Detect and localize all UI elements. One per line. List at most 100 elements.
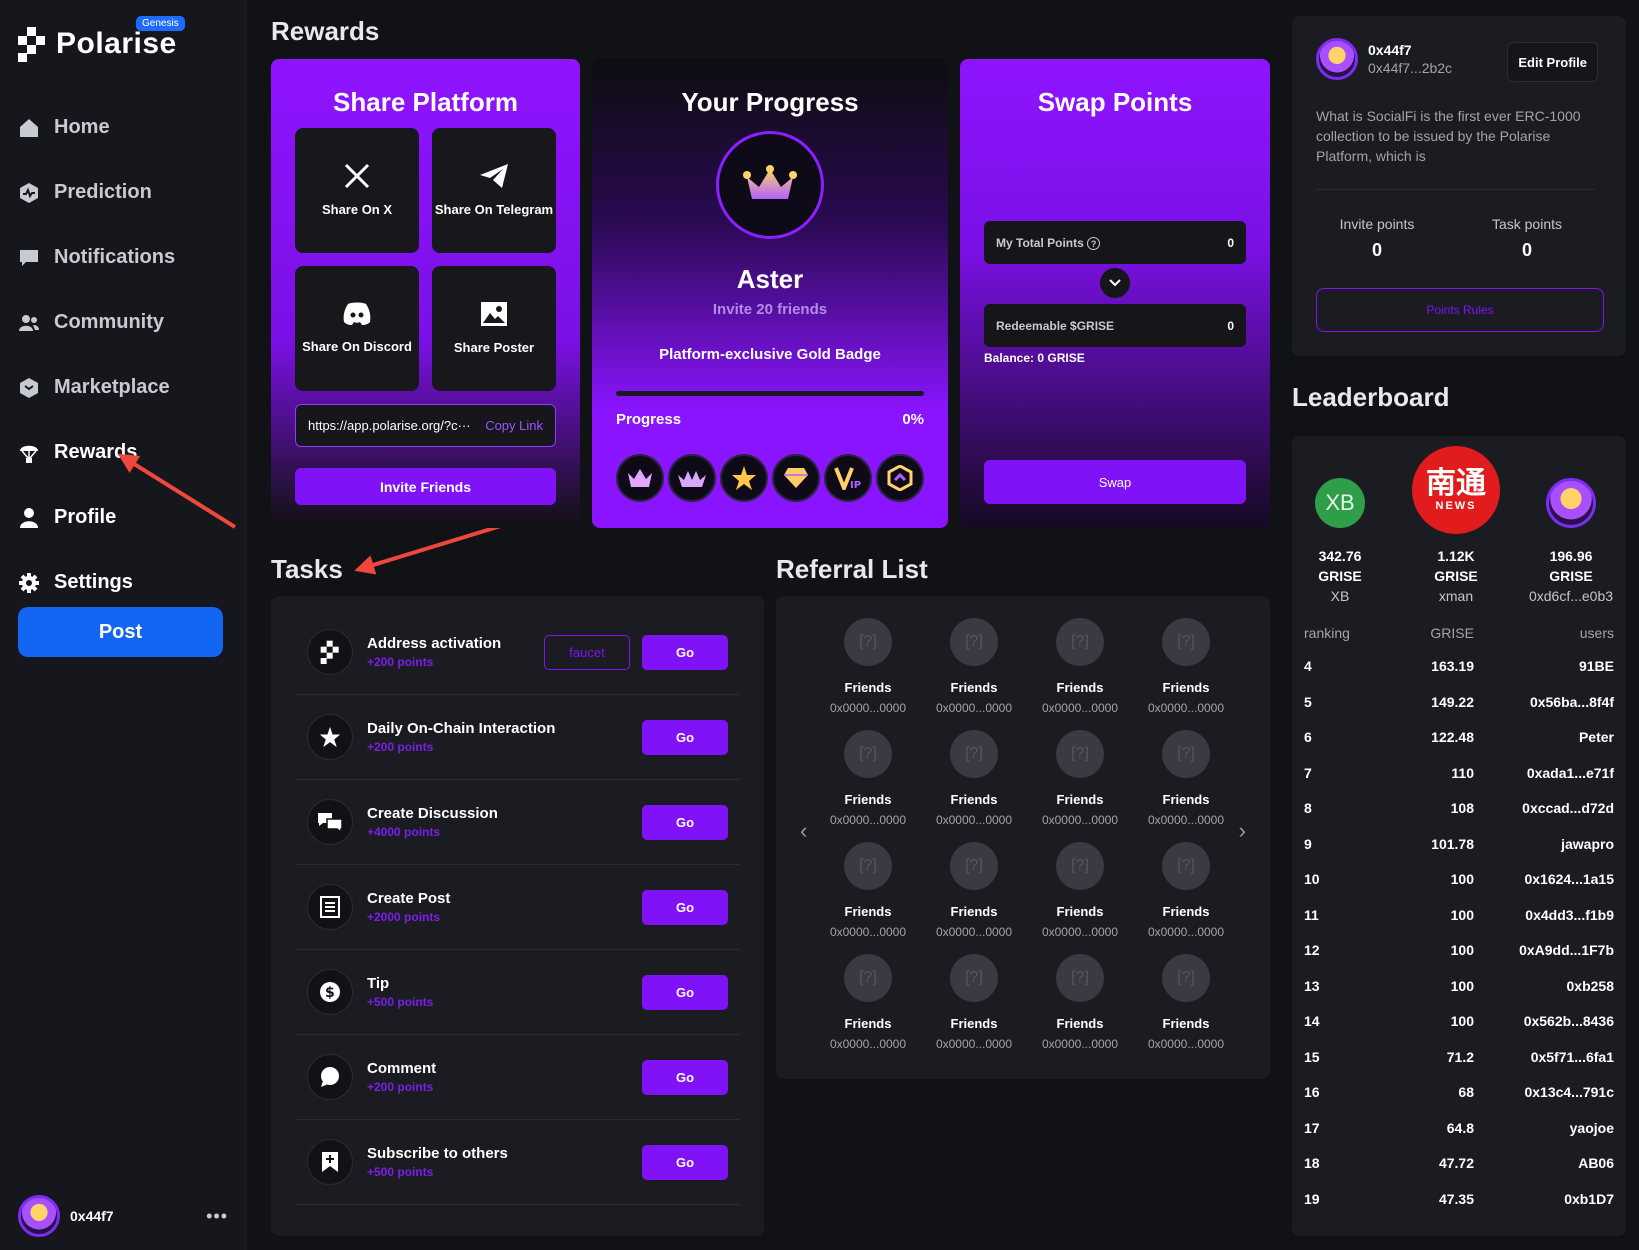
- task-title: Subscribe to others: [367, 1145, 508, 1162]
- hexagon-badge-icon[interactable]: [876, 454, 924, 502]
- row-user: 91BE: [1578, 658, 1614, 674]
- chevron-left-icon[interactable]: ‹: [800, 818, 807, 844]
- nav-marketplace[interactable]: Marketplace: [18, 355, 228, 420]
- leaderboard-row[interactable]: 8 108 0xccad...d72d: [1304, 800, 1614, 816]
- share-on-telegram-button[interactable]: Share On Telegram: [432, 128, 556, 253]
- referral-label: Friends: [844, 1016, 892, 1031]
- nav-profile[interactable]: Profile: [18, 485, 228, 550]
- referral-item: [?] Friends 0x0000...0000: [926, 842, 1022, 948]
- tasks-panel: Address activation +200 points faucet Go …: [271, 596, 764, 1236]
- go-button[interactable]: Go: [642, 804, 728, 840]
- edit-profile-button[interactable]: Edit Profile: [1507, 42, 1598, 82]
- brand-logo[interactable]: Polarise: [18, 26, 177, 62]
- level-name: Aster: [736, 264, 804, 294]
- row-user: 0x13c4...791c: [1524, 1084, 1614, 1100]
- swap-button[interactable]: Swap: [984, 460, 1246, 504]
- go-button[interactable]: Go: [642, 634, 728, 670]
- share-on-x-button[interactable]: Share On X: [295, 128, 419, 253]
- referral-label: Friends: [1056, 1016, 1104, 1031]
- leaderboard-row[interactable]: 7 110 0xada1...e71f: [1304, 765, 1614, 781]
- row-rank: 19: [1304, 1190, 1320, 1207]
- placeholder-avatar-icon: [?]: [1162, 730, 1210, 778]
- task-item: Subscribe to others +500 points Go: [295, 1120, 740, 1205]
- row-grise: 100: [1450, 942, 1474, 958]
- leaderboard-row[interactable]: 15 71.2 0x5f71...6fa1: [1304, 1049, 1614, 1065]
- leaderboard-row[interactable]: 10 100 0x1624...1a15: [1304, 871, 1614, 887]
- nav-settings[interactable]: Settings: [18, 550, 228, 615]
- referral-address: 0x0000...0000: [1041, 1037, 1119, 1051]
- go-button[interactable]: Go: [642, 1059, 728, 1095]
- leaderboard-top-item[interactable]: 196.96 GRISE 0xd6cf...e0b3: [1516, 478, 1626, 606]
- go-button[interactable]: Go: [642, 719, 728, 755]
- task-points-value: 0: [1521, 240, 1532, 260]
- task-title: Comment: [367, 1060, 437, 1077]
- crown-badge-icon[interactable]: [616, 454, 664, 502]
- share-on-discord-button[interactable]: Share On Discord: [295, 266, 419, 391]
- leaderboard-row[interactable]: 12 100 0xA9dd...1F7b: [1304, 942, 1614, 958]
- leaderboard-row[interactable]: 9 101.78 jawapro: [1304, 836, 1614, 852]
- vip-badge-icon[interactable]: IP: [824, 454, 872, 502]
- avatar[interactable]: [1316, 38, 1358, 80]
- nav-notifications[interactable]: Notifications: [18, 225, 228, 290]
- tasks-title: Tasks: [271, 554, 343, 584]
- chevron-down-icon[interactable]: [1100, 268, 1130, 298]
- referral-label: Friends: [1056, 904, 1104, 919]
- row-rank: 13: [1304, 977, 1320, 994]
- copy-link-button[interactable]: Copy Link: [485, 418, 543, 433]
- leaderboard-row[interactable]: 19 47.35 0xb1D7: [1304, 1191, 1614, 1207]
- leaderboard-row[interactable]: 14 100 0x562b...8436: [1304, 1013, 1614, 1029]
- community-icon: [18, 312, 40, 334]
- current-user[interactable]: 0x44f7 •••: [18, 1195, 228, 1237]
- go-button[interactable]: Go: [642, 974, 728, 1010]
- avatar: XB: [1315, 478, 1365, 528]
- nav-prediction[interactable]: Prediction: [18, 160, 228, 225]
- leaderboard-row[interactable]: 11 100 0x4dd3...f1b9: [1304, 907, 1614, 923]
- referral-item: [?] Friends 0x0000...0000: [1032, 730, 1128, 836]
- go-button[interactable]: Go: [642, 889, 728, 925]
- nav-community[interactable]: Community: [18, 290, 228, 355]
- referral-address: 0x0000...0000: [829, 813, 907, 827]
- invite-link-field[interactable]: https://app.polarise.org/?c··· Copy Link: [295, 404, 556, 447]
- more-options-icon[interactable]: •••: [206, 1206, 228, 1227]
- row-user: 0xb258: [1566, 977, 1614, 994]
- referral-address: 0x0000...0000: [1041, 813, 1119, 827]
- faucet-button[interactable]: faucet: [544, 634, 630, 670]
- polarise-logo-icon: [18, 27, 45, 62]
- top-name: xman: [1438, 588, 1474, 604]
- referral-address: 0x0000...0000: [1041, 701, 1119, 715]
- leaderboard-row[interactable]: 18 47.72 AB06: [1304, 1155, 1614, 1171]
- referral-item: [?] Friends 0x0000...0000: [820, 730, 916, 836]
- nav-label: Home: [54, 116, 110, 138]
- post-button[interactable]: Post: [18, 607, 223, 657]
- leaderboard-top-item[interactable]: XB 342.76 GRISE XB: [1298, 478, 1382, 606]
- leaderboard-row[interactable]: 4 163.19 91BE: [1304, 658, 1614, 674]
- help-icon[interactable]: ?: [1087, 236, 1101, 250]
- referral-item: [?] Friends 0x0000...0000: [1138, 842, 1234, 948]
- wide-crown-badge-icon[interactable]: [668, 454, 716, 502]
- row-grise: 100: [1450, 1013, 1474, 1029]
- nav-home[interactable]: Home: [18, 95, 228, 160]
- balance-text: Balance: 0 GRISE: [984, 351, 1085, 365]
- top-unit: GRISE: [1434, 568, 1478, 584]
- points-rules-button[interactable]: Points Rules: [1316, 288, 1604, 332]
- placeholder-avatar-icon: [?]: [1162, 954, 1210, 1002]
- share-poster-button[interactable]: Share Poster: [432, 266, 556, 391]
- referral-label: Friends: [1056, 792, 1104, 807]
- leaderboard-row[interactable]: 17 64.8 yaojoe: [1304, 1120, 1614, 1136]
- go-button[interactable]: Go: [642, 1144, 728, 1180]
- diamond-badge-icon[interactable]: [772, 454, 820, 502]
- leaderboard-row[interactable]: 5 149.22 0x56ba...8f4f: [1304, 694, 1614, 710]
- leaderboard-row[interactable]: 16 68 0x13c4...791c: [1304, 1084, 1614, 1100]
- referral-label: Friends: [1162, 1016, 1210, 1031]
- chevron-right-icon[interactable]: ›: [1239, 818, 1246, 844]
- referral-list-panel: ‹ [?] Friends 0x0000...0000 [?] Friends 0x000…: [776, 596, 1270, 1079]
- nav-label: Profile: [54, 506, 117, 528]
- leaderboard-row[interactable]: 6 122.48 Peter: [1304, 729, 1614, 745]
- task-title: Create Discussion: [367, 805, 498, 822]
- star-badge-icon[interactable]: [720, 454, 768, 502]
- leaderboard-top-item[interactable]: 南通 NEWS 1.12K GRISE xman: [1406, 446, 1506, 606]
- rewards-title: Rewards: [271, 16, 380, 46]
- leaderboard-row[interactable]: 13 100 0xb258: [1304, 978, 1614, 994]
- referral-item: [?] Friends 0x0000...0000: [820, 954, 916, 1060]
- invite-friends-button[interactable]: Invite Friends: [295, 468, 556, 505]
